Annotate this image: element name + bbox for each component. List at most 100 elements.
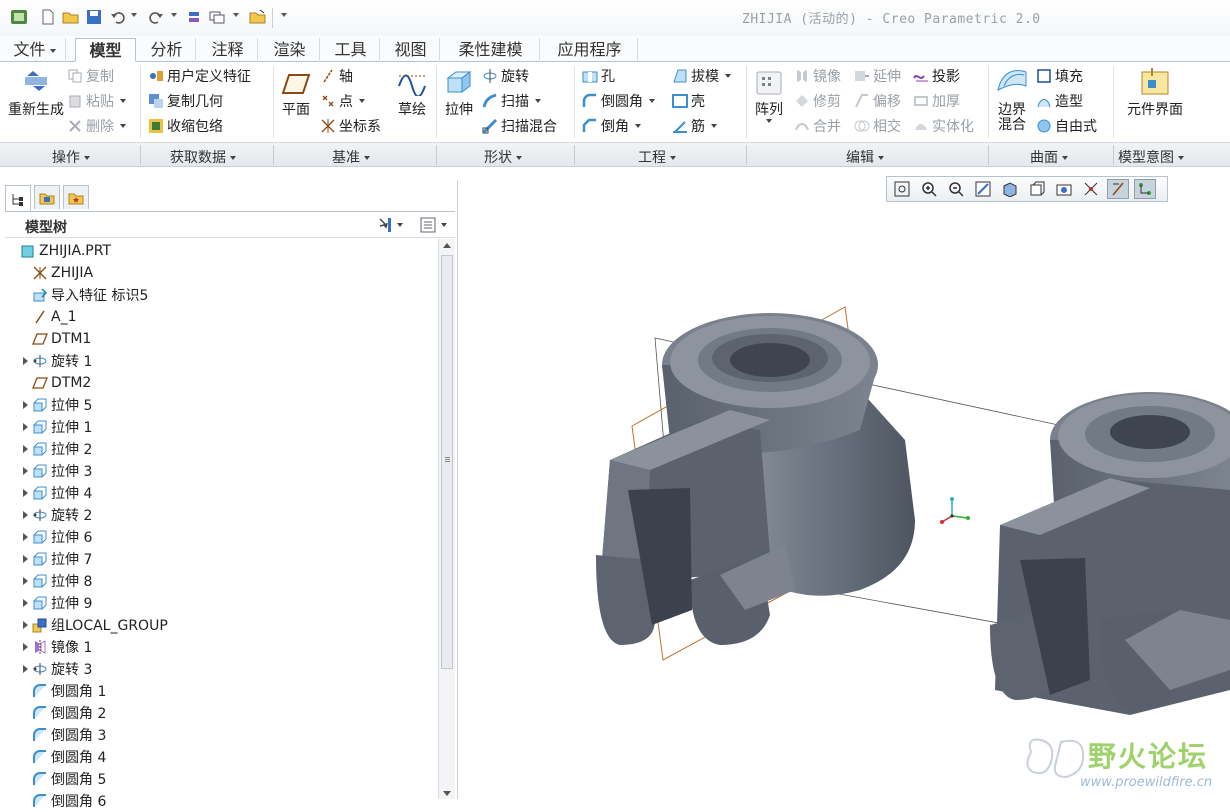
graphics-window[interactable]: 野火论坛 www.proewildfire.cn xyxy=(459,167,1230,799)
tree-item[interactable]: 拉伸 4 xyxy=(20,482,92,504)
tree-scrollbar[interactable] xyxy=(438,239,455,799)
chamfer-button[interactable]: 倒角 xyxy=(582,115,641,137)
group-surfaces[interactable]: 曲面 xyxy=(1030,147,1068,167)
tree-item[interactable]: DTM1 xyxy=(20,328,91,350)
tree-item[interactable]: DTM2 xyxy=(20,372,91,394)
tree-item[interactable]: 导入特征 标识5 xyxy=(20,284,148,306)
boundary-blend-button[interactable]: 边界混合 xyxy=(992,66,1032,133)
udf-button[interactable]: 用户定义特征 xyxy=(148,65,251,87)
tree-item[interactable]: 倒圆角 1 xyxy=(20,680,106,702)
thicken-button[interactable]: 加厚 xyxy=(913,90,960,112)
style-button[interactable]: 造型 xyxy=(1036,90,1083,112)
favorites-tab[interactable] xyxy=(63,185,89,209)
tree-settings-button[interactable] xyxy=(377,216,403,234)
group-operations[interactable]: 操作 xyxy=(52,147,90,167)
scroll-up-icon[interactable] xyxy=(443,243,451,248)
group-get-data[interactable]: 获取数据 xyxy=(170,147,236,167)
close-window-icon[interactable] xyxy=(248,7,268,27)
tree-item[interactable]: ZHIJIA.PRT xyxy=(8,240,111,262)
view-manager-button[interactable] xyxy=(1053,179,1075,199)
offset-button[interactable]: 偏移 xyxy=(854,90,901,112)
expand-arrow-icon[interactable] xyxy=(20,356,30,366)
zoom-out-button[interactable] xyxy=(945,179,967,199)
sweep-button[interactable]: 扫描 xyxy=(482,90,541,112)
tab-render[interactable]: 渲染 xyxy=(260,38,320,62)
rib-button[interactable]: 筋 xyxy=(672,115,717,137)
revolve-button[interactable]: 旋转 xyxy=(482,65,529,87)
component-interface-button[interactable]: 元件界面 xyxy=(1124,66,1186,118)
windows-dropdown-icon[interactable] xyxy=(233,13,239,17)
tree-item[interactable]: 倒圆角 5 xyxy=(20,768,106,790)
regenerate-icon[interactable] xyxy=(184,7,204,27)
mirror-button[interactable]: 镜像 xyxy=(794,65,841,87)
datum-csys-button[interactable]: 坐标系 xyxy=(320,115,381,137)
datum-plane-button[interactable]: 平面 xyxy=(276,72,316,118)
undo-icon[interactable] xyxy=(108,7,128,27)
paste-button[interactable]: 粘贴 xyxy=(67,90,126,112)
expand-arrow-icon[interactable] xyxy=(20,598,30,608)
app-icon[interactable] xyxy=(9,7,29,27)
perspective-button[interactable] xyxy=(1080,179,1102,199)
expand-arrow-icon[interactable] xyxy=(20,466,30,476)
shell-button[interactable]: 壳 xyxy=(672,90,705,112)
tab-model[interactable]: 模型 xyxy=(75,38,136,62)
merge-button[interactable]: 合并 xyxy=(794,115,841,137)
tab-view[interactable]: 视图 xyxy=(382,38,440,62)
tree-item[interactable]: 拉伸 7 xyxy=(20,548,92,570)
project-button[interactable]: 投影 xyxy=(913,65,960,87)
folder-browser-tab[interactable] xyxy=(34,185,60,209)
tree-item[interactable]: 旋转 3 xyxy=(20,658,92,680)
tab-flexible-modeling[interactable]: 柔性建模 xyxy=(442,38,540,62)
tree-item[interactable]: 拉伸 2 xyxy=(20,438,92,460)
round-button[interactable]: 倒圆角 xyxy=(582,90,655,112)
model-tree-tab[interactable] xyxy=(5,185,31,211)
expand-arrow-icon[interactable] xyxy=(20,488,30,498)
tree-item[interactable]: 倒圆角 2 xyxy=(20,702,106,724)
tab-tools[interactable]: 工具 xyxy=(322,38,380,62)
group-engineering[interactable]: 工程 xyxy=(638,147,676,167)
tree-item[interactable]: 旋转 2 xyxy=(20,504,92,526)
scroll-down-icon[interactable] xyxy=(443,791,451,796)
tab-applications[interactable]: 应用程序 xyxy=(542,38,638,62)
expand-arrow-icon[interactable] xyxy=(20,642,30,652)
tree-item[interactable]: 拉伸 9 xyxy=(20,592,92,614)
expand-arrow-icon[interactable] xyxy=(20,554,30,564)
expand-arrow-icon[interactable] xyxy=(20,400,30,410)
expand-arrow-icon[interactable] xyxy=(20,422,30,432)
windows-icon[interactable] xyxy=(207,7,227,27)
tree-item[interactable]: A_1 xyxy=(20,306,76,328)
group-model-intent[interactable]: 模型意图 xyxy=(1118,147,1184,167)
copy-button[interactable]: 复制 xyxy=(67,65,114,87)
save-icon[interactable] xyxy=(84,7,104,27)
swept-blend-button[interactable]: 扫描混合 xyxy=(482,115,557,137)
datum-display-filter-button[interactable] xyxy=(1107,179,1129,199)
new-icon[interactable] xyxy=(38,7,58,27)
tree-show-button[interactable] xyxy=(419,216,453,234)
scroll-thumb[interactable] xyxy=(441,255,453,669)
tree-item[interactable]: 组LOCAL_GROUP xyxy=(20,614,168,636)
extend-button[interactable]: 延伸 xyxy=(854,65,901,87)
delete-button[interactable]: 删除 xyxy=(67,115,126,137)
draft-button[interactable]: 拔模 xyxy=(672,65,731,87)
datum-axis-button[interactable]: 轴 xyxy=(320,65,353,87)
tab-annotate[interactable]: 注释 xyxy=(198,38,258,62)
tree-item[interactable]: 倒圆角 3 xyxy=(20,724,106,746)
tab-analysis[interactable]: 分析 xyxy=(138,38,196,62)
copy-geometry-button[interactable]: 复制几何 xyxy=(148,90,223,112)
shrinkwrap-button[interactable]: 收缩包络 xyxy=(148,115,223,137)
tree-item[interactable]: 镜像 1 xyxy=(20,636,92,658)
customize-qat-icon[interactable] xyxy=(281,13,287,17)
redo-icon[interactable] xyxy=(146,7,166,27)
fill-button[interactable]: 填充 xyxy=(1036,65,1083,87)
group-datum[interactable]: 基准 xyxy=(332,147,370,167)
tree-item[interactable]: 拉伸 1 xyxy=(20,416,92,438)
tree-item[interactable]: 倒圆角 4 xyxy=(20,746,106,768)
undo-dropdown-icon[interactable] xyxy=(131,13,137,17)
freestyle-button[interactable]: 自由式 xyxy=(1036,115,1097,137)
saved-orientations-button[interactable] xyxy=(1026,179,1048,199)
annotation-display-button[interactable] xyxy=(1134,179,1156,199)
open-icon[interactable] xyxy=(61,7,81,27)
expand-arrow-icon[interactable] xyxy=(20,532,30,542)
expand-arrow-icon[interactable] xyxy=(20,444,30,454)
group-shapes[interactable]: 形状 xyxy=(484,147,522,167)
